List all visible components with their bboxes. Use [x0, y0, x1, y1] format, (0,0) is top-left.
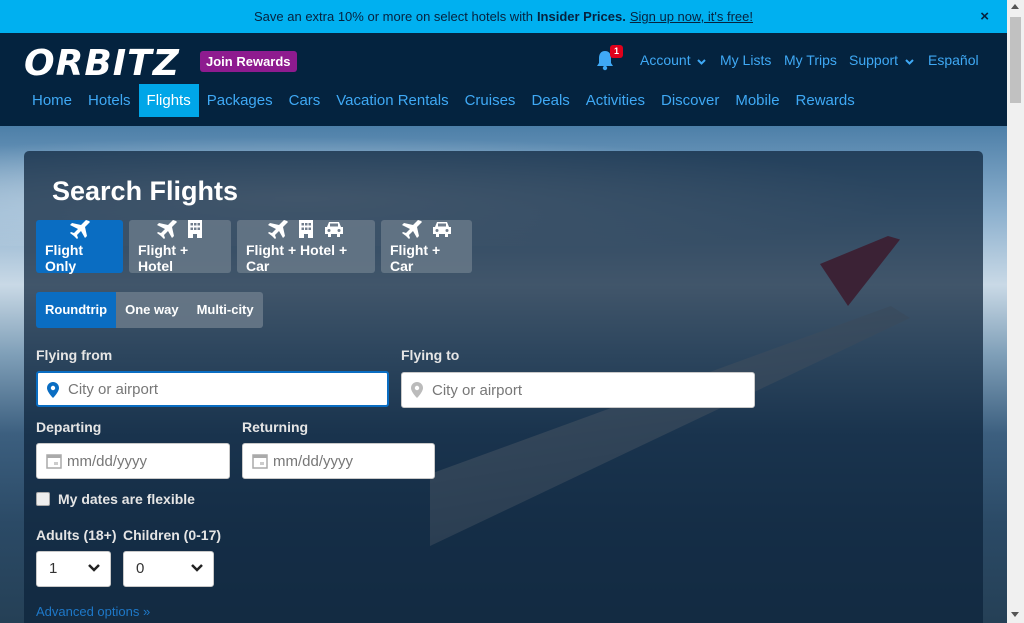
tab-flight-hotel-car[interactable]: Flight + Hotel + Car: [237, 220, 375, 274]
nav-vacation-rentals[interactable]: Vacation Rentals: [328, 84, 456, 117]
hotel-icon: [188, 220, 202, 238]
returning-input[interactable]: [243, 444, 434, 478]
advanced-options-link[interactable]: Advanced options »: [36, 604, 150, 619]
tab-flight-only[interactable]: Flight Only: [36, 220, 123, 274]
tab-label: Flight + Hotel: [138, 242, 189, 274]
returning-field[interactable]: [242, 443, 435, 479]
scroll-up-icon[interactable]: [1011, 4, 1019, 9]
nav-cruises[interactable]: Cruises: [457, 84, 524, 117]
flexible-dates-label: My dates are flexible: [58, 491, 195, 507]
tab-label: Flight + Car: [390, 242, 441, 274]
children-value: 0: [136, 560, 145, 577]
chevron-down-icon: [905, 59, 914, 65]
plane-icon: [157, 220, 177, 239]
flying-from-input[interactable]: [38, 373, 387, 405]
trip-type-multi-city[interactable]: Multi-city: [187, 292, 263, 328]
flying-from-label: Flying from: [36, 347, 113, 363]
promo-banner: Save an extra 10% or more on select hote…: [0, 0, 1007, 33]
tab-flight-car[interactable]: Flight + Car: [381, 220, 472, 274]
flying-to-field[interactable]: [401, 372, 755, 408]
nav-packages[interactable]: Packages: [199, 84, 281, 117]
account-label: Account: [640, 52, 691, 68]
join-rewards-button[interactable]: Join Rewards: [200, 51, 297, 72]
plane-icon: [268, 220, 288, 239]
flying-to-input[interactable]: [402, 373, 754, 407]
nav-hotels[interactable]: Hotels: [80, 84, 139, 117]
support-label: Support: [849, 52, 899, 68]
site-header: ORBITZ Join Rewards 1 Account My Lists M…: [0, 33, 1007, 126]
nav-activities[interactable]: Activities: [578, 84, 653, 117]
nav-discover[interactable]: Discover: [653, 84, 727, 117]
trip-type-toggle: Roundtrip One way Multi-city: [36, 292, 263, 328]
calendar-icon: [46, 454, 62, 469]
location-pin-icon: [411, 382, 423, 398]
tab-label: Flight Only: [45, 242, 84, 274]
adults-value: 1: [49, 560, 58, 577]
flexible-dates-checkbox[interactable]: [36, 492, 50, 506]
car-icon: [325, 222, 343, 237]
flying-from-field[interactable]: [36, 371, 389, 407]
scroll-down-icon[interactable]: [1011, 612, 1019, 617]
plane-icon: [401, 220, 422, 239]
nav-mobile[interactable]: Mobile: [727, 84, 787, 117]
language-link[interactable]: Español: [928, 52, 979, 68]
chevron-down-icon: [191, 564, 203, 572]
my-trips-link[interactable]: My Trips: [784, 52, 837, 68]
advanced-options-label: Advanced options: [36, 604, 140, 619]
tab-flight-hotel[interactable]: Flight + Hotel: [129, 220, 231, 274]
promo-signup-link[interactable]: Sign up now, it's free!: [630, 9, 753, 24]
chevron-down-icon: [88, 564, 100, 572]
nav-flights[interactable]: Flights: [138, 84, 199, 117]
hotel-icon: [299, 220, 313, 238]
departing-input[interactable]: [37, 444, 229, 478]
vertical-scrollbar[interactable]: [1007, 0, 1024, 623]
trip-type-roundtrip[interactable]: Roundtrip: [36, 292, 117, 328]
departing-field[interactable]: [36, 443, 230, 479]
calendar-icon: [252, 454, 268, 469]
children-select[interactable]: 0: [123, 551, 214, 587]
plane-icon: [69, 220, 90, 239]
nav-cars[interactable]: Cars: [281, 84, 329, 117]
account-menu[interactable]: Account: [640, 52, 707, 68]
main-nav: Home Hotels Flights Packages Cars Vacati…: [24, 84, 863, 117]
flying-to-label: Flying to: [401, 347, 460, 363]
chevron-down-icon: [697, 59, 707, 65]
scroll-thumb[interactable]: [1010, 17, 1021, 103]
nav-home[interactable]: Home: [24, 84, 80, 117]
nav-deals[interactable]: Deals: [523, 84, 577, 117]
product-tabs: Flight Only Flight + Hotel Flight + Hote…: [36, 220, 472, 274]
promo-text: Save an extra 10% or more on select hote…: [254, 9, 533, 24]
orbitz-logo[interactable]: ORBITZ: [24, 43, 180, 84]
search-panel: Search Flights Flight Only Flight + Hote…: [24, 151, 983, 623]
location-pin-icon: [47, 382, 59, 398]
notification-badge: 1: [610, 45, 623, 58]
search-title: Search Flights: [52, 176, 239, 206]
tab-label: Flight + Hotel + Car: [246, 242, 348, 274]
support-menu[interactable]: Support: [849, 52, 914, 68]
promo-bold: Insider Prices.: [536, 9, 626, 24]
adults-select[interactable]: 1: [36, 551, 111, 587]
returning-label: Returning: [242, 419, 309, 435]
children-label: Children (0-17): [123, 527, 222, 543]
departing-label: Departing: [36, 419, 102, 435]
double-chevron-down-icon: »: [142, 604, 151, 619]
trip-type-one-way[interactable]: One way: [116, 292, 188, 328]
close-icon[interactable]: ×: [980, 8, 989, 25]
car-icon: [432, 222, 451, 237]
my-lists-link[interactable]: My Lists: [720, 52, 771, 68]
nav-rewards[interactable]: Rewards: [788, 84, 863, 117]
adults-label: Adults (18+): [36, 527, 117, 543]
